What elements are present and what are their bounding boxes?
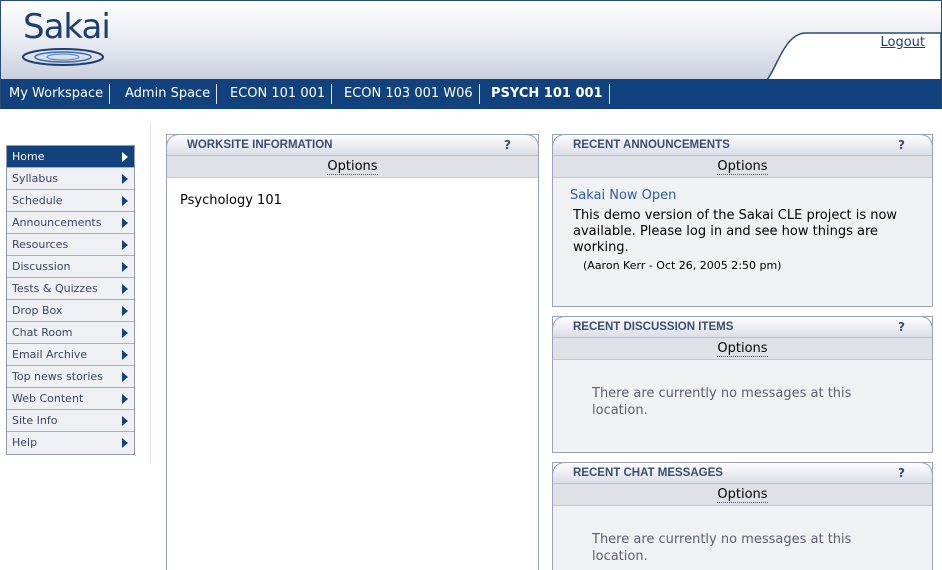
menu-item-label: Syllabus bbox=[12, 172, 59, 185]
nav-tab-admin-space[interactable]: Admin Space bbox=[125, 84, 218, 104]
portlet-title: RECENT DISCUSSION ITEMS bbox=[573, 321, 734, 333]
menu-item-label: Web Content bbox=[12, 392, 84, 405]
announcements-portlet: RECENT ANNOUNCEMENTS ? Options Sakai Now… bbox=[552, 134, 933, 307]
arrow-right-icon bbox=[122, 196, 128, 206]
arrow-right-icon bbox=[122, 394, 128, 404]
menu-item-email-archive[interactable]: Email Archive bbox=[7, 344, 134, 366]
options-link[interactable]: Options bbox=[717, 159, 768, 175]
menu-item-label: Schedule bbox=[12, 194, 63, 207]
menu-item-label: Tests & Quizzes bbox=[12, 282, 98, 295]
empty-message: There are currently no messages at this … bbox=[592, 386, 852, 418]
menu-item-web-content[interactable]: Web Content bbox=[7, 388, 134, 410]
options-link[interactable]: Options bbox=[717, 341, 768, 357]
nav-tab-psych-101-001[interactable]: PSYCH 101 001 bbox=[491, 84, 610, 104]
menu-item-help[interactable]: Help bbox=[7, 432, 134, 454]
menu-item-drop-box[interactable]: Drop Box bbox=[7, 300, 134, 322]
empty-message: There are currently no messages at this … bbox=[592, 532, 852, 564]
arrow-right-icon bbox=[122, 218, 128, 228]
arrow-right-icon bbox=[122, 306, 128, 316]
menu-item-label: Home bbox=[12, 150, 45, 163]
help-icon[interactable]: ? bbox=[898, 138, 905, 152]
options-link[interactable]: Options bbox=[327, 159, 378, 175]
portlet-body: Psychology 101 bbox=[167, 178, 538, 570]
announcement-title-link[interactable]: Sakai Now Open bbox=[570, 188, 676, 203]
options-bar: Options bbox=[553, 484, 932, 506]
options-bar: Options bbox=[553, 156, 932, 178]
tool-menu: Home Syllabus Schedule Announcements Res… bbox=[6, 145, 135, 455]
column-divider bbox=[150, 122, 151, 464]
portlet-title: WORKSITE INFORMATION bbox=[187, 139, 333, 151]
site-nav-bar: My Workspace Admin Space ECON 101 001 EC… bbox=[0, 79, 942, 109]
arrow-right-icon bbox=[122, 438, 128, 448]
menu-item-top-news-stories[interactable]: Top news stories bbox=[7, 366, 134, 388]
logo-swoosh-icon bbox=[22, 48, 104, 66]
sakai-logo: Sakai bbox=[19, 7, 119, 69]
nav-tab-econ-101-001[interactable]: ECON 101 001 bbox=[230, 84, 333, 104]
arrow-right-icon bbox=[122, 372, 128, 382]
menu-item-label: Drop Box bbox=[12, 304, 63, 317]
worksite-info-portlet: WORKSITE INFORMATION ? Options Psycholog… bbox=[166, 134, 539, 570]
menu-item-resources[interactable]: Resources bbox=[7, 234, 134, 256]
portlet-body: Sakai Now Open This demo version of the … bbox=[553, 178, 932, 306]
menu-item-schedule[interactable]: Schedule bbox=[7, 190, 134, 212]
arrow-right-icon bbox=[122, 350, 128, 360]
menu-item-label: Help bbox=[12, 436, 38, 449]
menu-item-label: Announcements bbox=[12, 216, 102, 229]
options-bar: Options bbox=[167, 156, 538, 178]
logo-wordmark: Sakai bbox=[23, 7, 111, 47]
menu-item-home[interactable]: Home bbox=[7, 146, 134, 168]
announcement-meta: (Aaron Kerr - Oct 26, 2005 2:50 pm) bbox=[583, 259, 782, 272]
nav-tab-econ-103-001-w06[interactable]: ECON 103 001 W06 bbox=[344, 84, 480, 104]
menu-item-discussion[interactable]: Discussion bbox=[7, 256, 134, 278]
portlet-title: RECENT CHAT MESSAGES bbox=[573, 467, 723, 479]
help-icon[interactable]: ? bbox=[898, 320, 905, 334]
menu-item-chat-room[interactable]: Chat Room bbox=[7, 322, 134, 344]
worksite-description: Psychology 101 bbox=[180, 193, 282, 208]
options-bar: Options bbox=[553, 338, 932, 360]
menu-item-label: Resources bbox=[12, 238, 69, 251]
site-header: Sakai Logout bbox=[0, 0, 942, 81]
menu-item-label: Email Archive bbox=[12, 348, 88, 361]
discussion-portlet: RECENT DISCUSSION ITEMS ? Options There … bbox=[552, 316, 933, 453]
menu-item-label: Top news stories bbox=[12, 370, 103, 383]
menu-item-site-info[interactable]: Site Info bbox=[7, 410, 134, 432]
arrow-right-icon bbox=[122, 240, 128, 250]
portlet-body: There are currently no messages at this … bbox=[553, 506, 932, 570]
arrow-right-icon bbox=[122, 174, 128, 184]
menu-item-label: Chat Room bbox=[12, 326, 73, 339]
portlet-body: There are currently no messages at this … bbox=[553, 360, 932, 452]
help-icon[interactable]: ? bbox=[898, 466, 905, 480]
options-link[interactable]: Options bbox=[717, 487, 768, 503]
arrow-right-icon bbox=[122, 262, 128, 272]
arrow-right-icon bbox=[122, 284, 128, 294]
arrow-right-icon bbox=[122, 152, 128, 162]
menu-item-syllabus[interactable]: Syllabus bbox=[7, 168, 134, 190]
menu-item-label: Discussion bbox=[12, 260, 71, 273]
logout-link[interactable]: Logout bbox=[880, 35, 925, 50]
arrow-right-icon bbox=[122, 328, 128, 338]
nav-tab-my-workspace[interactable]: My Workspace bbox=[9, 84, 111, 104]
portlet-title: RECENT ANNOUNCEMENTS bbox=[573, 139, 730, 151]
menu-item-tests-quizzes[interactable]: Tests & Quizzes bbox=[7, 278, 134, 300]
menu-item-announcements[interactable]: Announcements bbox=[7, 212, 134, 234]
help-icon[interactable]: ? bbox=[504, 138, 511, 152]
announcement-body: This demo version of the Sakai CLE proje… bbox=[573, 208, 898, 255]
chat-portlet: RECENT CHAT MESSAGES ? Options There are… bbox=[552, 462, 933, 570]
arrow-right-icon bbox=[122, 416, 128, 426]
menu-item-label: Site Info bbox=[12, 414, 58, 427]
